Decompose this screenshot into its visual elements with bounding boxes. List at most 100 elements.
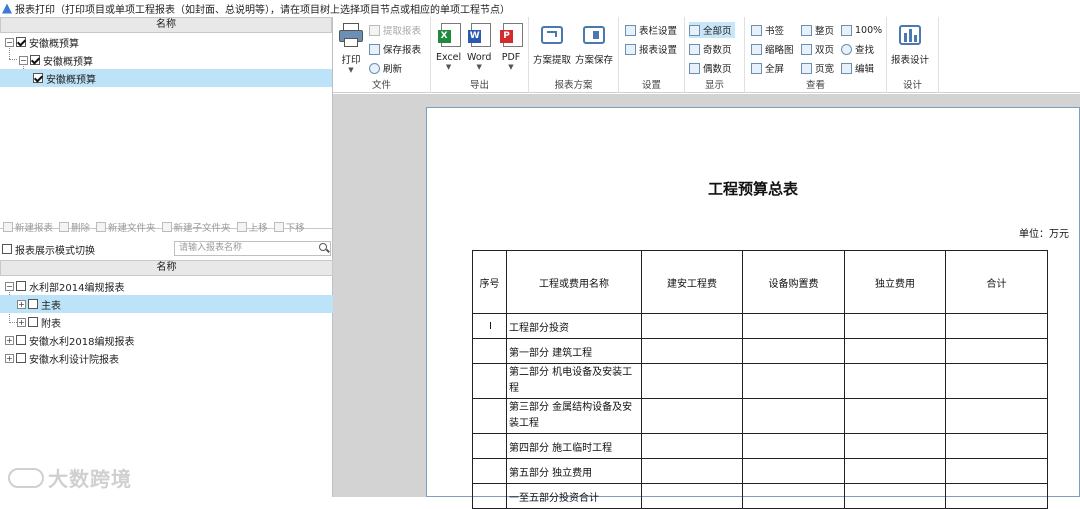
report-settings-icon [625,43,636,55]
table-columns-icon [625,24,636,36]
column-header: 设备购置费 [742,250,845,314]
unit-checkbox[interactable] [33,73,43,83]
tree-node-subproject[interactable]: − 安徽概预算 [0,51,332,69]
report-design-button[interactable]: 报表设计 [891,23,929,66]
tree-node-label: 安徽概预算 [43,56,93,68]
watermark-logo-icon [8,467,44,488]
row-number [472,433,507,459]
new-subfolder-button[interactable]: 新建子文件夹 [161,220,231,234]
expand-icon[interactable]: + [5,335,14,345]
window-title: 报表打印（打印项目或单项工程报表（如封面、总说明等），请在项目树上选择项目节点或… [15,5,510,16]
report-group-checkbox[interactable] [16,281,26,291]
two-page-button[interactable]: 双页 [801,41,834,57]
whole-page-button[interactable]: 整页 [801,22,834,38]
arrow-down-icon [273,222,284,232]
row-name: 第一部分 建筑工程 [506,338,642,364]
table-row: 第五部分 独立费用 [472,458,1048,484]
report-item-main-selected[interactable]: + 主表 [0,295,333,313]
print-button[interactable]: 打印 ▼ [339,23,363,74]
mode-toggle-checkbox[interactable] [2,244,12,254]
tree-node-project[interactable]: − 安徽概预算 [0,33,332,51]
expand-icon[interactable]: + [17,299,26,309]
app-icon [2,3,12,14]
row-number [472,458,507,484]
dropdown-arrow-icon[interactable]: ▼ [477,63,482,71]
report-preview-area[interactable]: 工程预算总表 单位：万元 序号 工程或费用名称 建安工程费 设备购置费 独立费用… [333,94,1080,509]
move-down-button[interactable]: 下移 [273,220,305,234]
column-header: 合计 [945,250,1048,314]
column-settings-button[interactable]: 表栏设置 [625,22,677,38]
extract-report-button[interactable]: 提取报表 [369,22,421,38]
report-title: 工程预算总表 [707,180,798,198]
new-report-button[interactable]: 新建报表 [3,220,53,234]
search-icon[interactable] [319,243,327,251]
report-settings-button[interactable]: 报表设置 [625,41,677,57]
move-up-button[interactable]: 上移 [236,220,268,234]
all-pages-icon [689,24,700,36]
save-report-button[interactable]: 保存报表 [369,41,421,57]
export-pdf-button[interactable]: P PDF ▼ [499,23,523,71]
odd-pages-button[interactable]: 奇数页 [689,41,732,57]
delete-button[interactable]: 删除 [59,220,90,234]
subproject-checkbox[interactable] [30,55,40,65]
column-header: 序号 [472,250,507,314]
thumbnail-button[interactable]: 缩略图 [751,41,794,57]
zoom-100-button[interactable]: 100% [841,22,882,38]
report-group-2018[interactable]: + 安徽水利2018编规报表 [0,331,333,349]
zoom-icon [841,24,852,36]
new-report-icon [3,222,13,232]
report-item-checkbox[interactable] [28,299,38,309]
table-row: 第一部分 建筑工程 [472,338,1048,364]
subfolder-icon [161,222,172,232]
tree-node-unit-selected[interactable]: 安徽概预算 [0,69,332,87]
collapse-icon[interactable]: − [19,55,28,65]
group-label-scheme: 报表方案 [554,80,593,91]
group-label-design: 设计 [902,80,922,91]
fullscreen-icon [751,62,762,74]
ribbon-group-file: 打印 ▼ 提取报表 保存报表 刷新 文件 [333,17,431,93]
edit-button[interactable]: 编辑 [841,60,874,76]
group-label-settings: 设置 [641,80,661,91]
report-item-checkbox[interactable] [28,317,38,327]
page-width-icon [801,62,812,74]
table-row: 一至五部分投资合计 [472,483,1048,509]
report-group-checkbox[interactable] [16,353,26,363]
project-checkbox[interactable] [16,37,26,47]
table-header-row: 序号 工程或费用名称 建安工程费 设备购置费 独立费用 合计 [472,250,1048,314]
expand-icon[interactable]: + [17,317,26,327]
collapse-icon[interactable]: − [5,37,14,47]
pdf-icon: P [499,23,523,49]
expand-icon[interactable]: + [5,353,14,363]
fullscreen-button[interactable]: 全屏 [751,60,784,76]
two-page-icon [801,43,812,55]
row-name: 第三部分 金属结构设备及安装工程 [506,398,642,434]
even-pages-button[interactable]: 偶数页 [689,60,732,76]
group-label-export: 导出 [469,80,489,91]
row-name: 一至五部分投资合计 [506,483,642,509]
dropdown-arrow-icon[interactable]: ▼ [348,66,353,74]
report-group-design-institute[interactable]: + 安徽水利设计院报表 [0,349,333,367]
ribbon-group-design: 报表设计 设计 [887,17,939,93]
refresh-icon [369,62,380,74]
report-search-input[interactable]: 请输入报表名称 [174,241,331,256]
scheme-save-button[interactable]: 方案保存 [575,23,613,66]
page-width-button[interactable]: 页宽 [801,60,834,76]
scheme-extract-button[interactable]: 方案提取 [533,23,571,66]
collapse-icon[interactable]: − [5,281,14,291]
export-excel-button[interactable]: X Excel ▼ [436,23,461,71]
report-item-appendix[interactable]: + 附表 [0,313,333,331]
new-folder-button[interactable]: 新建文件夹 [96,220,156,234]
arrow-up-icon [236,222,247,232]
dropdown-arrow-icon[interactable]: ▼ [508,63,513,71]
scheme-extract-icon [540,23,564,49]
group-label-view: 查看 [805,80,825,91]
find-button[interactable]: 查找 [841,41,874,57]
all-pages-button[interactable]: 全部页 [689,22,735,38]
report-group-checkbox[interactable] [16,335,26,345]
export-word-button[interactable]: W Word ▼ [467,23,491,71]
bookmark-button[interactable]: 书签 [751,22,784,38]
report-group-2014[interactable]: − 水利部2014编规报表 [0,277,333,295]
refresh-button[interactable]: 刷新 [369,60,402,76]
dropdown-arrow-icon[interactable]: ▼ [446,63,451,71]
trash-icon [59,222,70,232]
